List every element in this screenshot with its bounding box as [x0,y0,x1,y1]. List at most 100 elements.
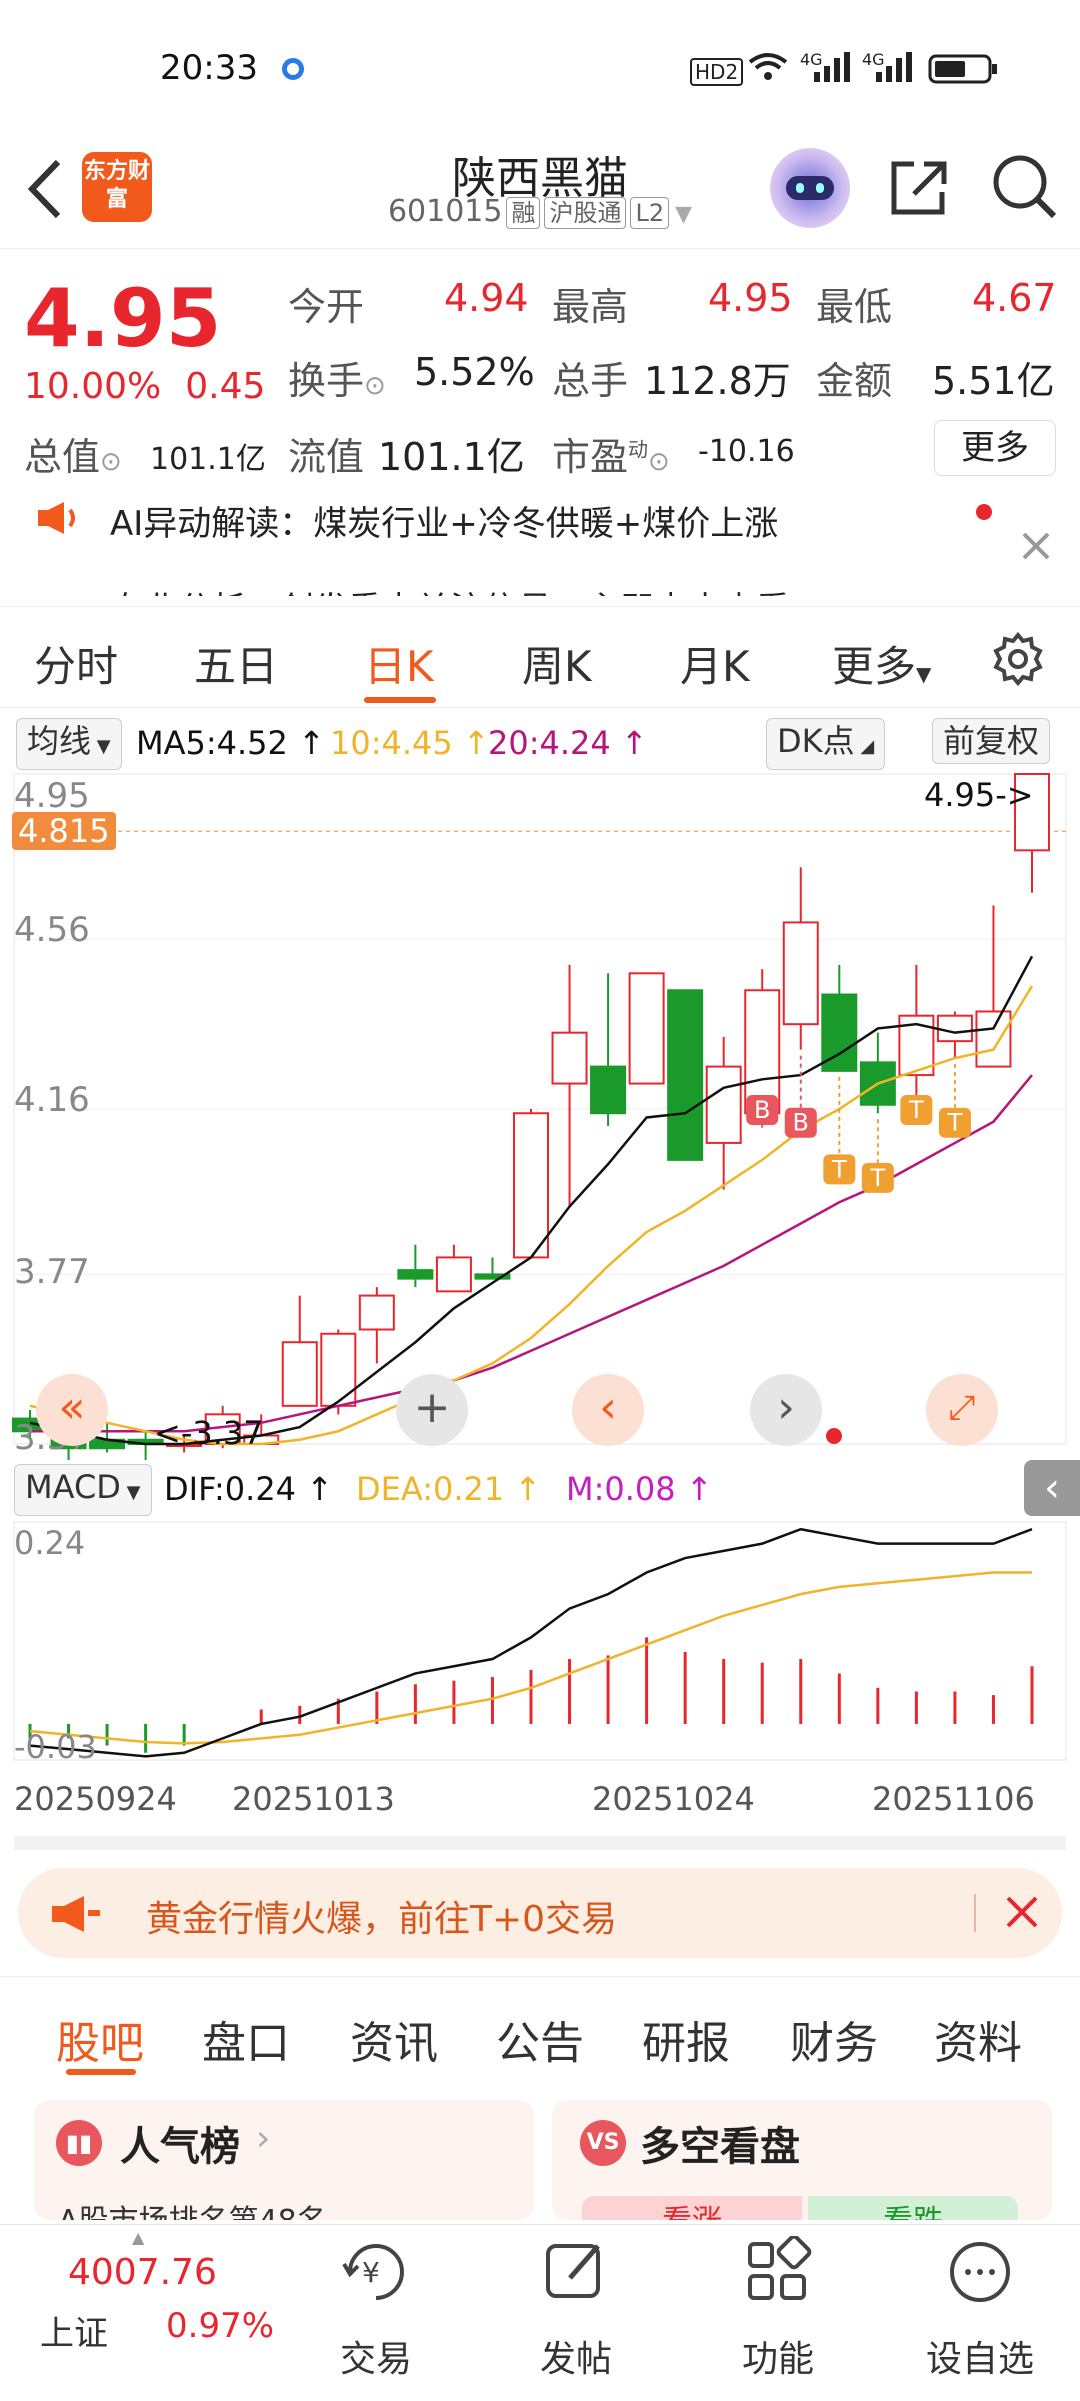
tab-monthly-k[interactable]: 月K [680,633,750,694]
zoom-in-icon[interactable]: + [396,1374,468,1446]
candle-body [744,989,781,1115]
index-change: 0.97% [166,2306,275,2346]
search-icon[interactable] [988,150,1060,222]
feed-tabs: 股吧 盘口 资讯 公告 研报 财务 资料 [0,1976,1080,2077]
macd-select[interactable]: MACD ▼ [14,1464,152,1516]
float-value: 101.1亿 [378,435,525,479]
chevron-left-icon[interactable]: ‹ [572,1374,644,1446]
bear-button[interactable]: 看跌 [808,2196,1018,2220]
tab-news[interactable]: 资讯 [350,2007,438,2071]
kline-chart[interactable]: B BT TT T [0,770,1080,1460]
max-price-label: 4.95-> [924,776,1034,814]
float-label: 流值 [288,435,365,479]
candle-body [936,1014,973,1043]
signal-icon-1: 4G [800,50,850,84]
marker-text: B [754,1096,770,1124]
dea-label: DEA:0.21 ↑ [356,1470,542,1508]
candle-body [667,989,704,1161]
index-value[interactable]: 4007.76 [68,2252,217,2293]
share-icon[interactable] [884,152,954,222]
trade-label[interactable]: 交易 [306,2330,446,2382]
chevron-right-icon[interactable]: › [750,1374,822,1446]
scroll-left-double-icon[interactable]: « [36,1374,108,1446]
candle-body [281,1341,318,1407]
popularity-card[interactable]: ▮▮ 人气榜 › A股市场排名第48名 [34,2100,534,2220]
low-label: 最低 [816,285,893,329]
tab-order-book[interactable]: 盘口 [202,2007,290,2071]
marker-text: T [908,1096,924,1124]
change-pct: 10.00% [24,366,162,407]
fullscreen-icon[interactable]: ⤢ [926,1374,998,1446]
hd-badge: HD2 [690,58,744,86]
tab-announcements[interactable]: 公告 [496,2007,584,2071]
ma5-label: MA5:4.52 ↑ [136,724,325,762]
collapse-panel-icon[interactable]: ‹ [1024,1460,1080,1516]
candle-body [975,1010,1012,1068]
close-icon[interactable] [1018,528,1054,564]
chart-period-tabs: 分时 五日 日K 周K 月K 更多▼ [0,606,1080,708]
tab-financials[interactable]: 财务 [790,2007,878,2071]
volume-label: 总手 [552,359,629,403]
tab-profile[interactable]: 资料 [934,2007,1022,2071]
macd-chart[interactable] [0,1516,1080,1766]
tag-margin: 融 [506,197,541,229]
candle-body [513,1112,549,1259]
tag-l2: L2 [630,197,670,229]
news-text: AI异动解读：煤炭行业+冷冬供暖+煤价上涨 [110,504,779,544]
high-value: 4.95 [708,276,793,320]
candle-body [551,1031,588,1085]
promo-banner[interactable]: 黄金行情火爆，前往T+0交易 [18,1868,1062,1958]
tab-weekly-k[interactable]: 周K [522,633,592,694]
watchlist-icon[interactable] [944,2236,1016,2308]
add-watchlist-label[interactable]: 设自选 [910,2330,1050,2382]
caret-down-icon: ▼ [675,202,693,227]
adjust-select[interactable]: 前复权 [932,718,1051,764]
candle-body [358,1294,395,1331]
bull-button[interactable]: 看涨 [582,2196,802,2220]
status-bar: 20:33 HD2 4G 4G [0,0,1080,140]
m-label: M:0.08 ↑ [566,1470,713,1508]
macd-frame [13,1521,1067,1761]
app-notification-icon [282,58,304,80]
tab-more[interactable]: 更多▼ [832,633,931,694]
compose-post-icon[interactable] [540,2236,612,2308]
promo-text: 黄金行情火爆，前往T+0交易 [146,1899,618,1940]
tab-forum[interactable]: 股吧 [56,2007,144,2071]
info-icon[interactable]: ⊙ [100,447,122,477]
ranking-icon: ▮▮ [56,2120,102,2166]
x-date-2: 20251013 [232,1780,395,1818]
candle-body [705,1065,742,1144]
info-icon[interactable]: ⊙ [648,447,670,477]
dk-point-button[interactable]: DK点 ◢ [766,718,886,770]
news-banner[interactable]: AI异动解读：煤炭行业+冷冬供暖+煤价上涨 专业分析：创发重点关注信号，主即点击… [0,498,1080,598]
marker-text: B [793,1109,809,1137]
signal-icon-2: 4G [862,50,912,84]
tab-five-day[interactable]: 五日 [194,633,278,694]
more-button[interactable]: 更多 [934,420,1056,476]
ai-assistant-icon[interactable] [770,148,850,228]
functions-label[interactable]: 功能 [708,2330,848,2382]
change-amt: 0.45 [185,366,266,407]
candle-body [397,1269,434,1280]
y-label-top: 4.95 [14,776,90,816]
post-label[interactable]: 发帖 [506,2330,646,2382]
functions-grid-icon[interactable] [742,2234,814,2308]
dif-label: DIF:0.24 ↑ [164,1470,334,1508]
bull-bear-card[interactable]: VS 多空看盘 看涨 看跌 [552,2100,1052,2220]
stock-header: 东方财富 陕西黑猫 601015 融沪股通 L2 ▼ [0,140,1080,249]
x-date-4: 20251106 [872,1780,1035,1818]
megaphone-icon [48,1894,104,1934]
marker-text: T [870,1164,886,1192]
change-row: 10.00% 0.45 [24,366,265,407]
wifi-icon [748,52,788,82]
info-icon[interactable]: ⊙ [364,371,386,401]
close-icon[interactable] [1002,1892,1042,1932]
settings-gear-icon[interactable] [990,631,1046,687]
tab-research[interactable]: 研报 [642,2007,730,2071]
index-name[interactable]: 上证 [40,2306,108,2355]
tab-intraday[interactable]: 分时 [34,633,118,694]
indicator-select[interactable]: 均线 ▼ [16,718,122,770]
tab-daily-k[interactable]: 日K [364,633,434,694]
macd-y-bottom: -0.03 [14,1728,97,1766]
trade-icon[interactable]: ¥ [340,2236,412,2308]
